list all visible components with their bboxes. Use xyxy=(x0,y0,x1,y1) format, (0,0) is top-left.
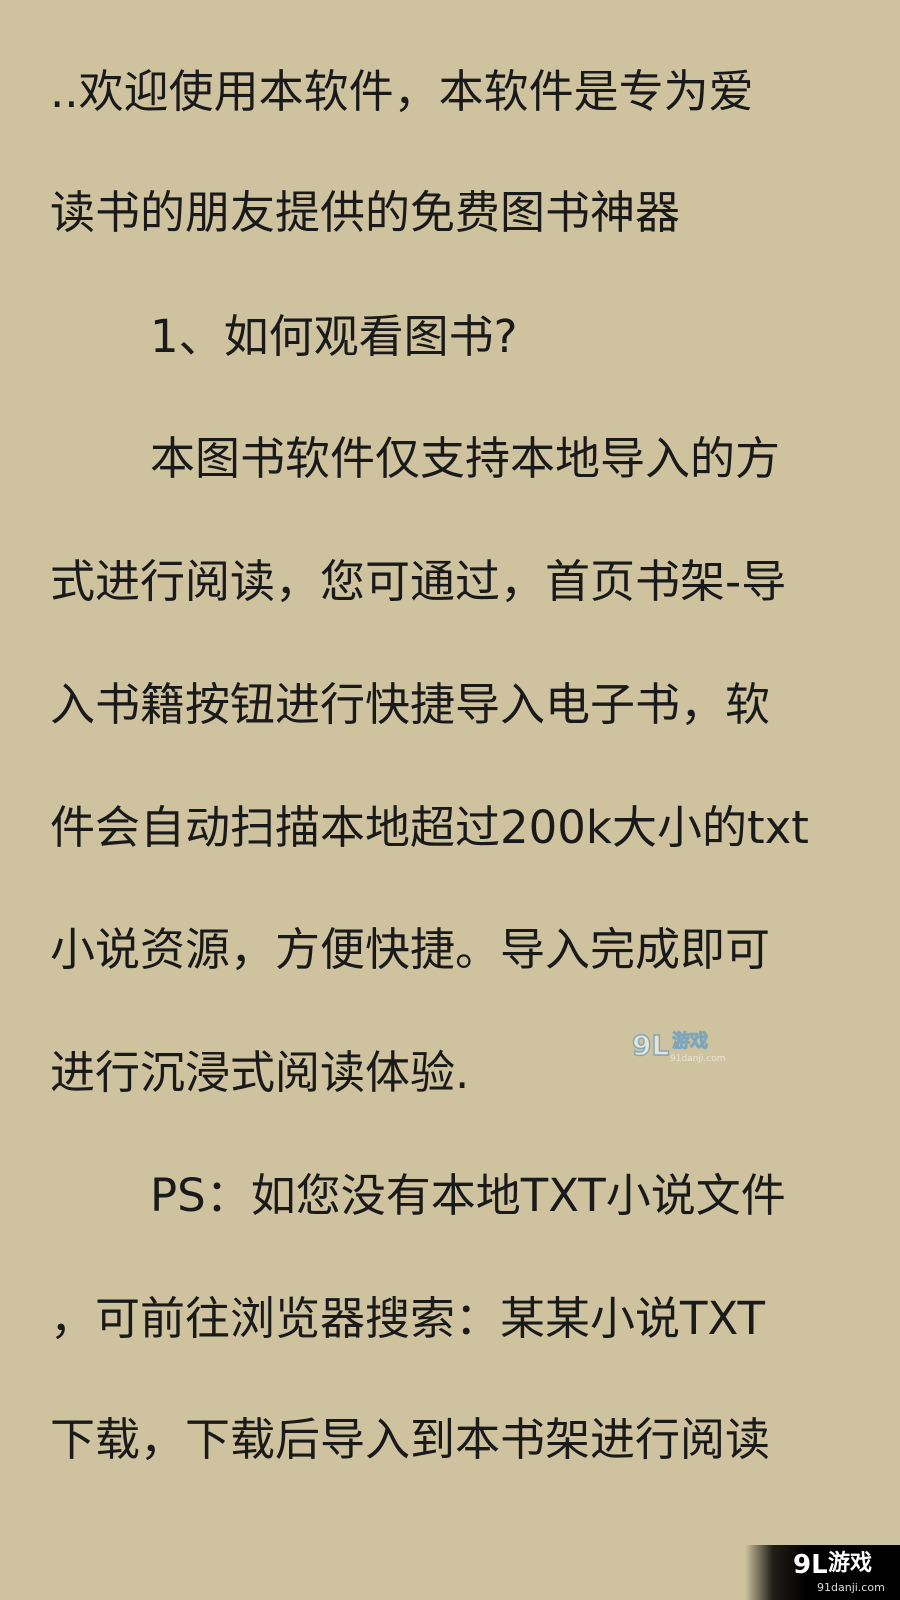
text-line-10: PS：如您没有本地TXT小说文件 xyxy=(150,1169,786,1222)
text-line-12: 下载，下载后导入到本书架进行阅读 xyxy=(50,1413,771,1466)
corner-logo-name: 游戏 xyxy=(828,1551,873,1576)
watermark-logo-center: 9L 游戏 91danji.com xyxy=(631,1029,732,1070)
text-line-5: 式进行阅读，您可通过，首页书架-导 xyxy=(50,555,787,608)
text-line-1: ..欢迎使用本软件，本软件是专为爱 xyxy=(50,65,754,118)
text-line-2: 读书的朋友提供的免费图书神器 xyxy=(50,186,681,239)
text-line-6: 入书籍按钮进行快捷导入电子书，软 xyxy=(50,678,771,731)
text-line-7: 件会自动扫描本地超过200k大小的txt xyxy=(50,801,809,854)
watermark-logo-name: 游戏 xyxy=(672,1031,709,1052)
watermark-logo-mark: 9L xyxy=(631,1029,670,1062)
reader-page[interactable]: ..欢迎使用本软件，本软件是专为爱 读书的朋友提供的免费图书神器 1、如何观看图… xyxy=(0,0,900,1600)
text-line-4: 本图书软件仅支持本地导入的方 xyxy=(150,432,781,485)
corner-logo-url: 91danji.com xyxy=(817,1581,885,1594)
section-heading: 1、如何观看图书? xyxy=(150,310,518,363)
text-line-9: 进行沉浸式阅读体验. xyxy=(50,1046,470,1099)
corner-logo-mark: 9L xyxy=(793,1550,828,1580)
text-line-8: 小说资源，方便快捷。导入完成即可 xyxy=(50,923,771,976)
watermark-logo-corner: 9L 游戏 91danji.com xyxy=(745,1545,900,1600)
text-line-11: ，可前往浏览器搜索：某某小说TXT xyxy=(50,1292,766,1345)
watermark-logo-url: 91danji.com xyxy=(670,1054,726,1064)
